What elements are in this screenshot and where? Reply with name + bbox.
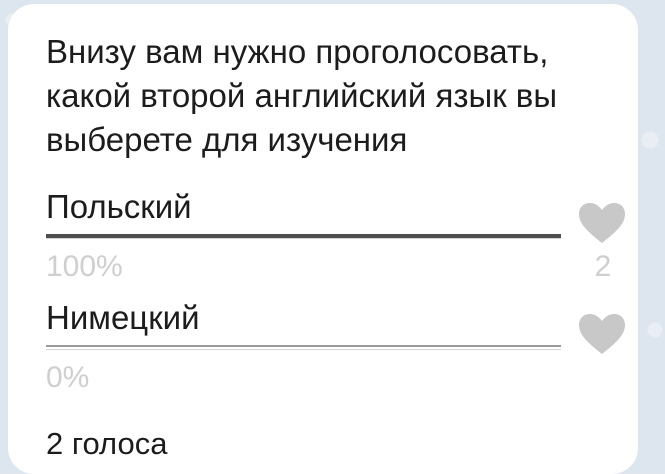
poll-option-label: Нимецкий (46, 299, 200, 336)
poll-option-bar-fill (46, 345, 561, 347)
heart-icon[interactable] (576, 201, 628, 245)
poll-option-bar (46, 345, 561, 350)
poll-option-percent: 100% (46, 250, 123, 283)
poll-option-vote-count: 2 (594, 250, 612, 283)
heart-icon[interactable] (576, 312, 628, 356)
poll-option-label: Польский (46, 188, 192, 225)
poll-question: Внизу вам нужно проголосовать, какой вто… (46, 33, 558, 158)
poll-message-bubble: Внизу вам нужно проголосовать, какой вто… (8, 4, 638, 474)
poll-total-votes: 2 голоса (46, 426, 168, 461)
poll-option-bar (46, 234, 561, 239)
poll-option-percent: 0% (46, 361, 90, 394)
poll-option-bar-fill (46, 234, 561, 238)
